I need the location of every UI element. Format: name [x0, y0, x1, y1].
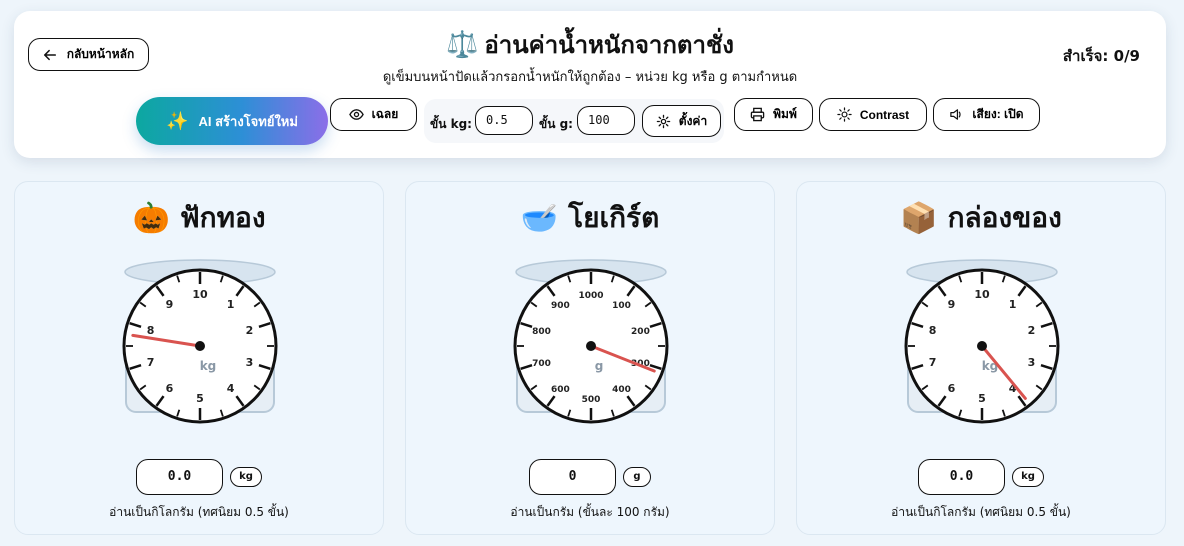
dial-label: 900	[551, 301, 570, 311]
dial-unit-label: g	[595, 359, 604, 373]
g-step-label: ขั้น g:	[539, 117, 573, 131]
show-answer-label: เฉลย	[371, 107, 399, 121]
dial-label: 600	[551, 385, 570, 395]
dial-label: 8	[929, 324, 937, 337]
dial-label: 1	[1009, 298, 1017, 311]
answer-row: 0.0 kg	[15, 459, 383, 495]
scale-dial: 10123456789kg	[904, 259, 1060, 424]
dial-label: 2	[246, 324, 254, 337]
dial-unit-label: kg	[200, 359, 217, 373]
ai-generate-button[interactable]: ✨ AI สร้างโจทย์ใหม่	[136, 97, 328, 145]
dial-label: 500	[582, 395, 601, 405]
answer-input[interactable]: 0.0	[136, 459, 223, 495]
sound-toggle-button[interactable]: เสียง: เปิด	[933, 98, 1040, 131]
balance-scale-icon: ⚖️	[446, 29, 479, 60]
gear-icon	[656, 114, 671, 128]
page-title-text: อ่านค่าน้ำหนักจากตาชั่ง	[484, 31, 734, 59]
dial-label: 100	[612, 301, 631, 311]
scale-dial: 1000100200300400500600700800900g	[513, 259, 669, 424]
dial-label: 4	[227, 382, 235, 395]
dial-hub	[195, 341, 205, 351]
dial-label: 1	[227, 298, 235, 311]
answer-input[interactable]: 0.0	[918, 459, 1005, 495]
dial-hub	[586, 341, 596, 351]
dial-label: 10	[974, 288, 990, 301]
scale-card-pumpkin: 🎃 ฟักทอง 10 1 2 3 4 5 6 7 8 9 kg 0.0 kg อ่านเป็นกิ…	[14, 181, 384, 535]
dial-label: 6	[948, 382, 956, 395]
print-label: พิมพ์	[773, 107, 797, 121]
scale-dial: 10 12 34 5 67 89 kg	[122, 259, 278, 424]
dial-label: 700	[532, 359, 551, 369]
card-title: 🎃 ฟักทอง	[15, 196, 383, 240]
pumpkin-icon: 🎃	[132, 200, 170, 236]
dial-label: 3	[1028, 356, 1036, 369]
step-settings-group: ขั้น kg: 0.5 ขั้น g: 100 ตั้งค่า	[424, 99, 724, 143]
show-answer-button[interactable]: เฉลย	[330, 98, 417, 131]
card-title: 📦 กล่องของ	[797, 196, 1165, 240]
dial-label: 2	[1028, 324, 1036, 337]
eye-icon	[348, 109, 364, 120]
dial-hub	[977, 341, 987, 351]
kg-step-label: ขั้น kg:	[430, 117, 472, 131]
dial-label: 7	[929, 356, 937, 369]
dial-label: 200	[631, 327, 650, 337]
item-name: ฟักทอง	[179, 201, 266, 234]
unit-badge: kg	[230, 467, 262, 487]
scale-card-yogurt: 🥣 โยเกิร์ต 10001002003004005006007008009…	[405, 181, 775, 535]
bowl-icon: 🥣	[520, 200, 559, 236]
dial-label: 9	[166, 298, 174, 311]
printer-icon	[750, 107, 765, 122]
dial-label: 400	[612, 385, 631, 395]
settings-label: ตั้งค่า	[678, 113, 708, 128]
g-step-input[interactable]: 100	[577, 106, 635, 135]
dial-label: 7	[147, 356, 155, 369]
ai-generate-label: AI สร้างโจทย์ใหม่	[198, 113, 298, 129]
contrast-label: Contrast	[859, 107, 910, 122]
dial-label: 800	[532, 327, 551, 337]
reading-hint: อ่านเป็นกิโลกรัม (ทศนิยม 0.5 ขั้น)	[891, 505, 1071, 519]
page-title: ⚖️ อ่านค่าน้ำหนักจากตาชั่ง	[14, 25, 1166, 64]
unit-badge: kg	[1012, 467, 1044, 487]
answer-row: 0.0 kg	[797, 459, 1165, 495]
unit-badge: g	[623, 467, 651, 487]
score-counter: สำเร็จ: 0/9	[1062, 47, 1140, 65]
dial-label: 5	[978, 392, 986, 405]
dial-label: 1000	[578, 291, 603, 301]
card-title: 🥣 โยเกิร์ต	[406, 196, 774, 240]
item-name: โยเกิร์ต	[568, 201, 660, 234]
sun-icon	[837, 107, 852, 122]
dial-label: 9	[948, 298, 956, 311]
contrast-button[interactable]: Contrast	[819, 98, 927, 131]
item-name: กล่องของ	[947, 201, 1062, 234]
dial-label: 3	[246, 356, 254, 369]
scale-card-box: 📦 กล่องของ 10 1 2 3 4 5 6 7 8 9 kg 0.0 kg อ่านเป็น…	[796, 181, 1166, 535]
dial-label: 5	[196, 392, 204, 405]
page-subtitle: ดูเข็มบนหน้าปัดแล้วกรอกน้ำหนักให้ถูกต้อง…	[382, 70, 798, 85]
reading-hint: อ่านเป็นกรัม (ขั้นละ 100 กรัม)	[510, 505, 670, 519]
dial-label: 10	[192, 288, 208, 301]
dial-label: 8	[147, 324, 155, 337]
dial-label: 6	[166, 382, 174, 395]
sound-toggle-label: เสียง: เปิด	[972, 107, 1024, 121]
print-button[interactable]: พิมพ์	[734, 98, 813, 131]
settings-button[interactable]: ตั้งค่า	[642, 105, 721, 137]
answer-input[interactable]: 0	[529, 459, 616, 495]
answer-row: 0 g	[406, 459, 774, 495]
header-panel: กลับหน้าหลัก ⚖️ อ่านค่าน้ำหนักจากตาชั่ง …	[14, 11, 1166, 158]
package-icon: 📦	[900, 200, 938, 236]
kg-step-input[interactable]: 0.5	[475, 106, 533, 135]
sparkles-icon: ✨	[166, 110, 189, 131]
speaker-icon	[950, 109, 962, 120]
reading-hint: อ่านเป็นกิโลกรัม (ทศนิยม 0.5 ขั้น)	[109, 505, 289, 519]
